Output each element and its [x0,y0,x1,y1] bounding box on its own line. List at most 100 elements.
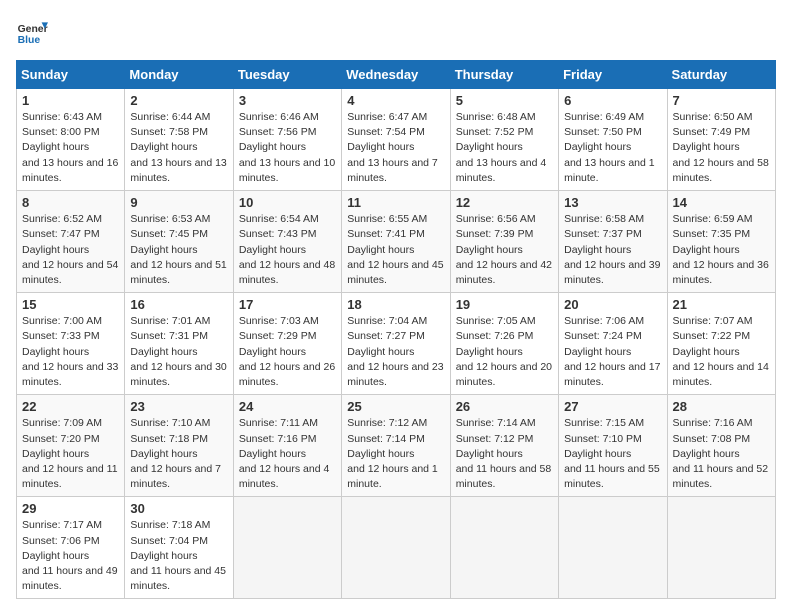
calendar-day-cell: 1 Sunrise: 6:43 AM Sunset: 8:00 PM Dayli… [17,89,125,191]
calendar-day-cell: 29 Sunrise: 7:17 AM Sunset: 7:06 PM Dayl… [17,497,125,599]
day-info: Sunrise: 7:12 AM Sunset: 7:14 PM Dayligh… [347,416,444,492]
calendar-day-cell: 9 Sunrise: 6:53 AM Sunset: 7:45 PM Dayli… [125,191,233,293]
day-info: Sunrise: 6:59 AM Sunset: 7:35 PM Dayligh… [673,212,770,288]
logo: General Blue [16,16,48,48]
day-number: 8 [22,195,119,210]
calendar-week-row: 8 Sunrise: 6:52 AM Sunset: 7:47 PM Dayli… [17,191,776,293]
calendar-week-row: 1 Sunrise: 6:43 AM Sunset: 8:00 PM Dayli… [17,89,776,191]
day-number: 6 [564,93,661,108]
day-info: Sunrise: 7:18 AM Sunset: 7:04 PM Dayligh… [130,518,227,594]
day-number: 15 [22,297,119,312]
day-number: 25 [347,399,444,414]
calendar-week-row: 15 Sunrise: 7:00 AM Sunset: 7:33 PM Dayl… [17,293,776,395]
day-number: 24 [239,399,336,414]
day-info: Sunrise: 7:17 AM Sunset: 7:06 PM Dayligh… [22,518,119,594]
col-header-sunday: Sunday [17,61,125,89]
calendar-day-cell: 11 Sunrise: 6:55 AM Sunset: 7:41 PM Dayl… [342,191,450,293]
day-number: 22 [22,399,119,414]
day-info: Sunrise: 7:09 AM Sunset: 7:20 PM Dayligh… [22,416,119,492]
col-header-tuesday: Tuesday [233,61,341,89]
day-info: Sunrise: 6:43 AM Sunset: 8:00 PM Dayligh… [22,110,119,186]
day-number: 27 [564,399,661,414]
calendar-week-row: 22 Sunrise: 7:09 AM Sunset: 7:20 PM Dayl… [17,395,776,497]
day-number: 10 [239,195,336,210]
day-number: 23 [130,399,227,414]
calendar-day-cell: 3 Sunrise: 6:46 AM Sunset: 7:56 PM Dayli… [233,89,341,191]
day-number: 28 [673,399,770,414]
svg-text:Blue: Blue [18,35,41,46]
logo-icon: General Blue [16,16,48,48]
day-info: Sunrise: 7:05 AM Sunset: 7:26 PM Dayligh… [456,314,553,390]
day-number: 20 [564,297,661,312]
day-info: Sunrise: 6:48 AM Sunset: 7:52 PM Dayligh… [456,110,553,186]
day-info: Sunrise: 7:11 AM Sunset: 7:16 PM Dayligh… [239,416,336,492]
calendar-day-cell: 17 Sunrise: 7:03 AM Sunset: 7:29 PM Dayl… [233,293,341,395]
header-row: SundayMondayTuesdayWednesdayThursdayFrid… [17,61,776,89]
col-header-friday: Friday [559,61,667,89]
day-number: 16 [130,297,227,312]
col-header-saturday: Saturday [667,61,775,89]
day-number: 29 [22,501,119,516]
day-number: 12 [456,195,553,210]
calendar-day-cell: 10 Sunrise: 6:54 AM Sunset: 7:43 PM Dayl… [233,191,341,293]
calendar-day-cell: 27 Sunrise: 7:15 AM Sunset: 7:10 PM Dayl… [559,395,667,497]
day-info: Sunrise: 6:46 AM Sunset: 7:56 PM Dayligh… [239,110,336,186]
calendar-day-cell: 24 Sunrise: 7:11 AM Sunset: 7:16 PM Dayl… [233,395,341,497]
calendar-day-cell: 8 Sunrise: 6:52 AM Sunset: 7:47 PM Dayli… [17,191,125,293]
header: General Blue [16,16,776,48]
day-number: 5 [456,93,553,108]
calendar-day-cell: 21 Sunrise: 7:07 AM Sunset: 7:22 PM Dayl… [667,293,775,395]
day-info: Sunrise: 7:16 AM Sunset: 7:08 PM Dayligh… [673,416,770,492]
col-header-monday: Monday [125,61,233,89]
day-info: Sunrise: 7:03 AM Sunset: 7:29 PM Dayligh… [239,314,336,390]
day-info: Sunrise: 7:07 AM Sunset: 7:22 PM Dayligh… [673,314,770,390]
day-number: 1 [22,93,119,108]
calendar-day-cell: 22 Sunrise: 7:09 AM Sunset: 7:20 PM Dayl… [17,395,125,497]
calendar-day-cell: 20 Sunrise: 7:06 AM Sunset: 7:24 PM Dayl… [559,293,667,395]
day-info: Sunrise: 6:54 AM Sunset: 7:43 PM Dayligh… [239,212,336,288]
day-number: 14 [673,195,770,210]
day-info: Sunrise: 6:52 AM Sunset: 7:47 PM Dayligh… [22,212,119,288]
calendar-day-cell [342,497,450,599]
calendar-day-cell: 23 Sunrise: 7:10 AM Sunset: 7:18 PM Dayl… [125,395,233,497]
day-info: Sunrise: 7:06 AM Sunset: 7:24 PM Dayligh… [564,314,661,390]
day-info: Sunrise: 6:56 AM Sunset: 7:39 PM Dayligh… [456,212,553,288]
calendar-day-cell: 5 Sunrise: 6:48 AM Sunset: 7:52 PM Dayli… [450,89,558,191]
day-number: 9 [130,195,227,210]
day-info: Sunrise: 6:55 AM Sunset: 7:41 PM Dayligh… [347,212,444,288]
day-info: Sunrise: 6:58 AM Sunset: 7:37 PM Dayligh… [564,212,661,288]
day-number: 19 [456,297,553,312]
calendar-day-cell: 13 Sunrise: 6:58 AM Sunset: 7:37 PM Dayl… [559,191,667,293]
day-info: Sunrise: 7:15 AM Sunset: 7:10 PM Dayligh… [564,416,661,492]
day-info: Sunrise: 7:00 AM Sunset: 7:33 PM Dayligh… [22,314,119,390]
day-number: 2 [130,93,227,108]
day-number: 17 [239,297,336,312]
day-number: 3 [239,93,336,108]
calendar-day-cell: 25 Sunrise: 7:12 AM Sunset: 7:14 PM Dayl… [342,395,450,497]
calendar-day-cell: 15 Sunrise: 7:00 AM Sunset: 7:33 PM Dayl… [17,293,125,395]
calendar-day-cell: 7 Sunrise: 6:50 AM Sunset: 7:49 PM Dayli… [667,89,775,191]
day-info: Sunrise: 6:50 AM Sunset: 7:49 PM Dayligh… [673,110,770,186]
day-number: 13 [564,195,661,210]
day-info: Sunrise: 7:14 AM Sunset: 7:12 PM Dayligh… [456,416,553,492]
calendar-day-cell: 2 Sunrise: 6:44 AM Sunset: 7:58 PM Dayli… [125,89,233,191]
day-info: Sunrise: 6:44 AM Sunset: 7:58 PM Dayligh… [130,110,227,186]
calendar-day-cell: 19 Sunrise: 7:05 AM Sunset: 7:26 PM Dayl… [450,293,558,395]
calendar-day-cell [667,497,775,599]
day-info: Sunrise: 7:10 AM Sunset: 7:18 PM Dayligh… [130,416,227,492]
calendar-day-cell: 28 Sunrise: 7:16 AM Sunset: 7:08 PM Dayl… [667,395,775,497]
calendar-week-row: 29 Sunrise: 7:17 AM Sunset: 7:06 PM Dayl… [17,497,776,599]
calendar-day-cell: 18 Sunrise: 7:04 AM Sunset: 7:27 PM Dayl… [342,293,450,395]
calendar-day-cell: 30 Sunrise: 7:18 AM Sunset: 7:04 PM Dayl… [125,497,233,599]
col-header-wednesday: Wednesday [342,61,450,89]
calendar-day-cell: 12 Sunrise: 6:56 AM Sunset: 7:39 PM Dayl… [450,191,558,293]
day-info: Sunrise: 6:53 AM Sunset: 7:45 PM Dayligh… [130,212,227,288]
day-number: 30 [130,501,227,516]
day-number: 18 [347,297,444,312]
calendar-day-cell [450,497,558,599]
day-number: 4 [347,93,444,108]
calendar-day-cell: 14 Sunrise: 6:59 AM Sunset: 7:35 PM Dayl… [667,191,775,293]
calendar-day-cell [559,497,667,599]
calendar-day-cell: 6 Sunrise: 6:49 AM Sunset: 7:50 PM Dayli… [559,89,667,191]
day-number: 21 [673,297,770,312]
